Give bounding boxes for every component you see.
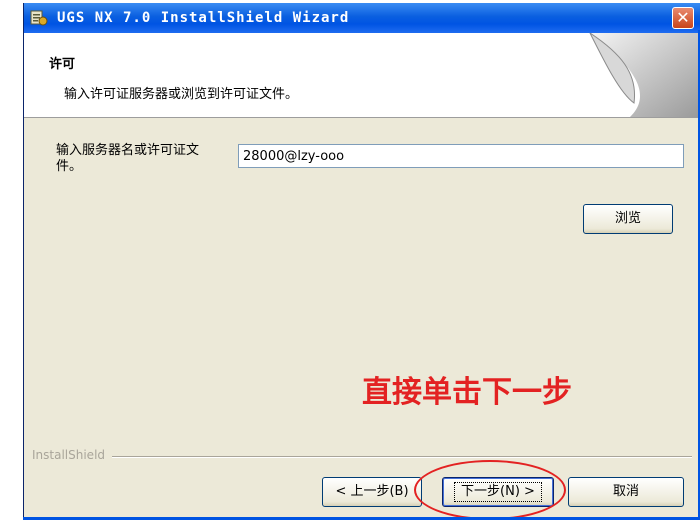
- window-border-bottom: [23, 517, 700, 520]
- installer-window: UGS NX 7.0 InstallShield Wizard ✕ 许可 输入许…: [23, 3, 700, 520]
- wizard-header: 许可 输入许可证服务器或浏览到许可证文件。: [24, 33, 700, 118]
- page-title: 许可: [49, 57, 76, 72]
- close-button[interactable]: ✕: [672, 7, 694, 29]
- cancel-button[interactable]: 取消: [568, 477, 684, 507]
- next-button[interactable]: 下一步(N) >: [442, 477, 554, 507]
- next-button-label: 下一步(N) >: [454, 482, 542, 502]
- license-server-input[interactable]: [238, 144, 684, 168]
- close-icon: ✕: [676, 8, 690, 27]
- browse-button[interactable]: 浏览: [583, 204, 673, 234]
- server-label: 输入服务器名或许可证文件。: [56, 143, 200, 174]
- installer-icon: [30, 9, 48, 27]
- instruction-annotation: 直接单击下一步: [362, 375, 572, 410]
- back-button[interactable]: < 上一步(B): [322, 477, 422, 507]
- brand-divider: [112, 456, 692, 458]
- title-bar[interactable]: UGS NX 7.0 InstallShield Wizard ✕: [24, 3, 700, 33]
- window-title: UGS NX 7.0 InstallShield Wizard: [57, 10, 350, 26]
- banner-graphic: [560, 33, 700, 117]
- page-subtitle: 输入许可证服务器或浏览到许可证文件。: [64, 87, 299, 102]
- installshield-brand: InstallShield: [32, 448, 110, 462]
